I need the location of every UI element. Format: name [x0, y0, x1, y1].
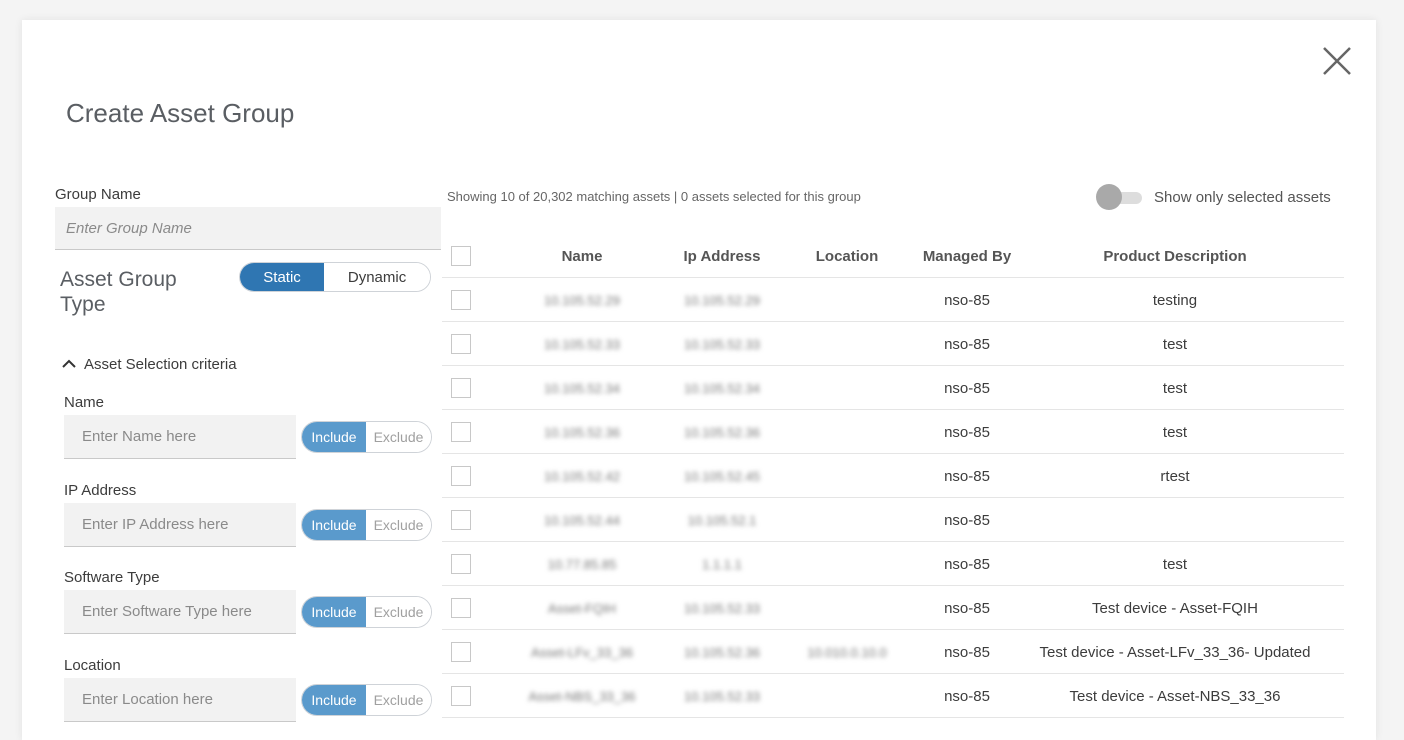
- table-row[interactable]: 10.105.52.29 10.105.52.29 nso-85 testing: [442, 278, 1344, 322]
- row-checkbox[interactable]: [451, 642, 471, 662]
- criteria-field-input[interactable]: Enter Name here: [64, 415, 296, 459]
- dialog-title: Create Asset Group: [66, 98, 295, 128]
- table-header: Name Ip Address Location Managed By Prod…: [442, 234, 1344, 278]
- table-row[interactable]: 10.77.85.85 1.1.1.1 nso-85 test: [442, 542, 1344, 586]
- create-asset-group-dialog: Create Asset Group Group Name Enter Grou…: [22, 20, 1376, 740]
- static-option[interactable]: Static: [240, 263, 325, 291]
- asset-product-description: test: [1162, 379, 1188, 397]
- row-checkbox[interactable]: [451, 466, 471, 486]
- table-row[interactable]: Asset-NBS_33_36 10.105.52.33 nso-85 Test…: [442, 674, 1344, 718]
- exclude-button[interactable]: Exclude: [366, 509, 431, 540]
- assets-table: Name Ip Address Location Managed By Prod…: [442, 234, 1344, 718]
- toggle-label: Show only selected assets: [1154, 188, 1331, 206]
- asset-product-description: test: [1162, 335, 1188, 353]
- criteria-field-label: IP Address: [64, 481, 137, 499]
- table-row[interactable]: 10.105.52.44 10.105.52.1 nso-85: [442, 498, 1344, 542]
- asset-product-description: test: [1162, 423, 1188, 441]
- asset-product-description: [1012, 498, 1338, 542]
- row-checkbox[interactable]: [451, 598, 471, 618]
- table-row[interactable]: 10.105.52.42 10.105.52.45 nso-85 rtest: [442, 454, 1344, 498]
- row-checkbox[interactable]: [451, 554, 471, 574]
- criteria-field-input[interactable]: Enter Software Type here: [64, 590, 296, 634]
- exclude-button[interactable]: Exclude: [366, 684, 431, 715]
- include-button[interactable]: Include: [302, 597, 366, 627]
- asset-name: 10.105.52.44: [544, 512, 620, 528]
- matching-assets-summary: Showing 10 of 20,302 matching assets | 0…: [447, 189, 861, 204]
- dynamic-option[interactable]: Dynamic: [324, 263, 430, 291]
- group-name-input[interactable]: Enter Group Name: [55, 207, 441, 250]
- criteria-field-input[interactable]: Enter Location here: [64, 677, 296, 722]
- table-row[interactable]: 10.105.52.34 10.105.52.34 nso-85 test: [442, 366, 1344, 410]
- asset-name: 10.77.85.85: [547, 556, 617, 572]
- asset-name: 10.105.52.29: [544, 292, 620, 308]
- asset-product-description: test: [1162, 555, 1188, 573]
- row-checkbox[interactable]: [451, 334, 471, 354]
- asset-product-description: Test device - Asset-NBS_33_36: [1069, 687, 1281, 705]
- row-checkbox[interactable]: [451, 290, 471, 310]
- criteria-field-input[interactable]: Enter IP Address here: [64, 502, 296, 547]
- asset-product-description: rtest: [1160, 467, 1190, 485]
- toggle-switch[interactable]: [1096, 184, 1146, 210]
- asset-name: 10.105.52.33: [544, 336, 620, 352]
- chevron-up-icon: [62, 359, 76, 368]
- criteria-toggle[interactable]: Asset Selection criteria: [62, 356, 237, 373]
- row-checkbox[interactable]: [451, 422, 471, 442]
- criteria-field-label: Location: [64, 656, 121, 674]
- table-row[interactable]: 10.105.52.33 10.105.52.33 nso-85 test: [442, 322, 1344, 366]
- criteria-field-label: Name: [64, 394, 105, 411]
- select-all-checkbox[interactable]: [451, 246, 471, 266]
- include-button[interactable]: Include: [302, 509, 366, 540]
- row-checkbox[interactable]: [451, 510, 471, 530]
- exclude-button[interactable]: Exclude: [366, 422, 431, 452]
- criteria-label: Asset Selection criteria: [84, 356, 237, 373]
- asset-product-description: Test device - Asset-LFv_33_36- Updated: [1039, 643, 1311, 661]
- asset-group-type-label: Asset Group Type: [60, 268, 177, 316]
- row-checkbox[interactable]: [451, 378, 471, 398]
- show-selected-toggle[interactable]: Show only selected assets: [1096, 184, 1331, 210]
- include-button[interactable]: Include: [302, 684, 366, 715]
- asset-name: Asset-FQIH: [548, 600, 616, 616]
- asset-product-description: Test device - Asset-FQIH: [1092, 599, 1258, 617]
- asset-name: 10.105.52.36: [544, 424, 620, 440]
- asset-name: Asset-LFv_33_36: [531, 644, 633, 660]
- table-row[interactable]: Asset-FQIH 10.105.52.33 nso-85 Test devi…: [442, 586, 1344, 630]
- criteria-field-label: Software Type: [64, 569, 160, 586]
- include-button[interactable]: Include: [302, 422, 366, 452]
- asset-name: Asset-NBS_33_36: [528, 688, 636, 704]
- close-icon[interactable]: [1322, 46, 1352, 76]
- asset-name: 10.105.52.34: [544, 380, 620, 396]
- asset-product-description: testing: [1152, 291, 1198, 309]
- group-name-label: Group Name: [55, 186, 141, 203]
- table-row[interactable]: Asset-LFv_33_36 10.105.52.36 10.010.0.10…: [442, 630, 1344, 674]
- col-product-description[interactable]: Product Description: [1012, 234, 1338, 278]
- col-name[interactable]: Name: [502, 234, 662, 278]
- asset-name: 10.105.52.42: [544, 468, 620, 484]
- row-checkbox[interactable]: [451, 686, 471, 706]
- table-row[interactable]: 10.105.52.36 10.105.52.36 nso-85 test: [442, 410, 1344, 454]
- exclude-button[interactable]: Exclude: [366, 597, 431, 627]
